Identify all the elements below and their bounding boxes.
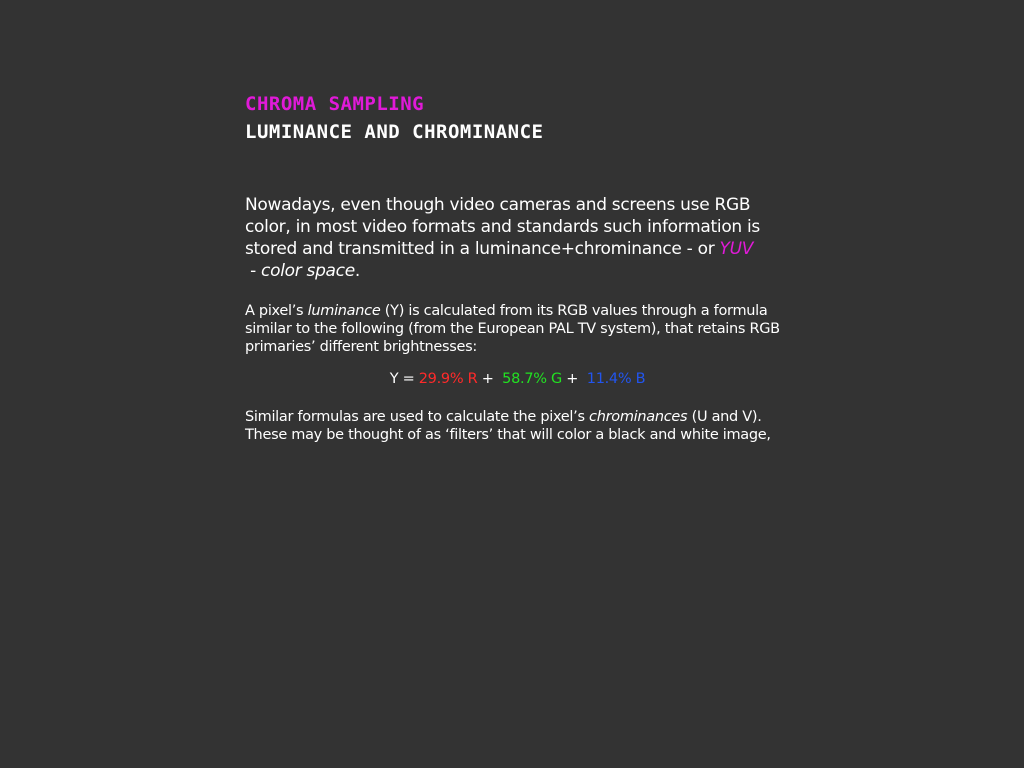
formula-plus-2: + bbox=[561, 371, 587, 387]
luminance-formula: Y = 29.9% R + 58.7% G + 11.4% B bbox=[245, 370, 790, 388]
chrominance-paragraph: Similar formulas are used to calculate t… bbox=[245, 408, 790, 444]
formula-blue-term: 11.4% B bbox=[586, 371, 646, 387]
chrominance-term: chrominances bbox=[589, 409, 688, 425]
chrominance-text-1: Similar formulas are used to calculate t… bbox=[245, 409, 590, 425]
yuv-term: YUV bbox=[719, 239, 754, 259]
formula-red-term: 29.9% R bbox=[418, 371, 478, 387]
luminance-paragraph: A pixel’s luminance (Y) is calculated fr… bbox=[245, 302, 790, 356]
article: Chroma sampling Luminance and chrominanc… bbox=[245, 90, 790, 444]
lead-paragraph: Nowadays, even though video cameras and … bbox=[245, 194, 790, 282]
page-title: Luminance and chrominance bbox=[245, 121, 544, 143]
color-space-term: color space bbox=[261, 261, 355, 281]
formula-plus-1: + bbox=[477, 371, 503, 387]
lead-text-1: Nowadays, even though video cameras and … bbox=[245, 195, 760, 259]
formula-lhs: Y = bbox=[389, 371, 419, 387]
lead-text-2: - bbox=[245, 261, 262, 281]
lead-text-3: . bbox=[354, 261, 360, 281]
luminance-text-1: A pixel’s bbox=[245, 303, 308, 319]
section-kicker: Chroma sampling bbox=[245, 93, 425, 115]
luminance-term: luminance bbox=[307, 303, 381, 319]
formula-green-term: 58.7% G bbox=[502, 371, 562, 387]
